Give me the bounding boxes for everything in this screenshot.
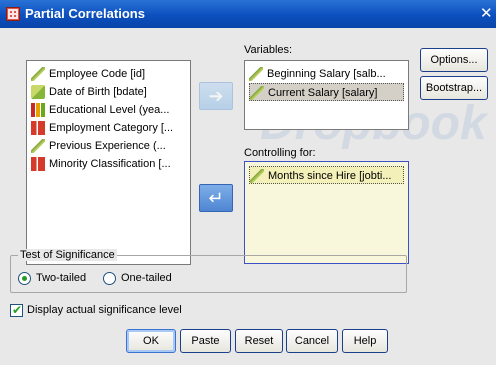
list-item-label: Current Salary [salary] — [268, 87, 378, 99]
cancel-button[interactable]: Cancel — [286, 329, 338, 353]
dialog-body: Dropbook Employee Code [id] Date of Birt… — [0, 28, 496, 365]
list-item[interactable]: Educational Level (yea... — [31, 101, 186, 119]
list-item[interactable]: Employment Category [... — [31, 119, 186, 137]
source-variable-list[interactable]: Employee Code [id] Date of Birth [bdate]… — [26, 60, 191, 265]
right-arrow-icon: ➔ — [208, 85, 224, 106]
list-item[interactable]: Beginning Salary [salb... — [249, 65, 404, 83]
ruler-icon — [249, 67, 263, 81]
display-actual-label[interactable]: Display actual significance level — [27, 304, 182, 316]
list-item-label: Months since Hire [jobti... — [268, 170, 392, 182]
group-legend: Test of Significance — [18, 249, 117, 261]
list-item-label: Beginning Salary [salb... — [267, 68, 386, 80]
controlling-label: Controlling for: — [244, 147, 316, 159]
one-tailed-label[interactable]: One-tailed — [121, 272, 172, 284]
one-tailed-radio[interactable] — [103, 272, 116, 285]
move-to-variables-button[interactable]: ➔ — [199, 82, 233, 110]
list-item-label: Previous Experience (... — [49, 140, 166, 152]
ruler-icon — [31, 139, 45, 153]
ruler-icon — [250, 86, 264, 100]
title-bar[interactable]: Partial Correlations ✕ — [0, 0, 496, 28]
list-item-label: Minority Classification [... — [49, 158, 171, 170]
two-tailed-label[interactable]: Two-tailed — [36, 272, 86, 284]
move-to-controlling-button[interactable]: ↵ — [199, 184, 233, 212]
nominal-bars-icon — [31, 121, 45, 135]
list-item[interactable]: Employee Code [id] — [31, 65, 186, 83]
date-icon — [31, 85, 45, 99]
ruler-icon — [31, 67, 45, 81]
ok-button[interactable]: OK — [126, 329, 176, 353]
ruler-icon — [250, 169, 264, 183]
reset-button[interactable]: Reset — [235, 329, 283, 353]
list-item[interactable]: Previous Experience (... — [31, 137, 186, 155]
ordinal-bars-icon — [31, 103, 45, 117]
controlling-list[interactable]: Months since Hire [jobti... — [244, 161, 409, 264]
variables-list[interactable]: Beginning Salary [salb... Current Salary… — [244, 60, 409, 130]
two-tailed-radio[interactable] — [18, 272, 31, 285]
list-item-label: Educational Level (yea... — [49, 104, 170, 116]
spss-dialog-icon — [6, 7, 20, 21]
options-button[interactable]: Options... — [420, 48, 488, 72]
test-of-significance-group: Test of Significance Two-tailed One-tail… — [10, 249, 407, 293]
bootstrap-button[interactable]: Bootstrap... — [420, 76, 488, 100]
nominal-bars-icon — [31, 157, 45, 171]
variables-label: Variables: — [244, 44, 293, 56]
display-actual-checkbox[interactable] — [10, 303, 23, 317]
list-item-label: Employment Category [... — [49, 122, 174, 134]
return-arrow-icon: ↵ — [208, 187, 224, 208]
list-item[interactable]: Date of Birth [bdate] — [31, 83, 186, 101]
list-item-label: Employee Code [id] — [49, 68, 145, 80]
list-item-selected[interactable]: Current Salary [salary] — [249, 83, 404, 101]
window-title: Partial Correlations — [25, 6, 145, 21]
list-item-label: Date of Birth [bdate] — [49, 86, 147, 98]
list-item-selected[interactable]: Months since Hire [jobti... — [249, 166, 404, 184]
close-icon[interactable]: ✕ — [480, 4, 496, 24]
paste-button[interactable]: Paste — [180, 329, 231, 353]
help-button[interactable]: Help — [342, 329, 388, 353]
list-item[interactable]: Minority Classification [... — [31, 155, 186, 173]
